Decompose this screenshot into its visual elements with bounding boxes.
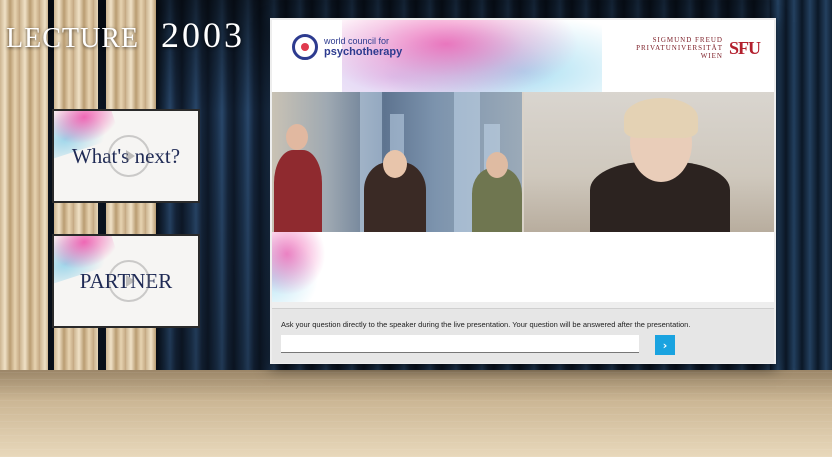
whats-next-card[interactable]: What's next? [52,109,200,203]
lecture-title: LECTURE 2003 [6,14,245,55]
right-curtain [770,0,832,378]
presentation-footer [272,232,774,302]
presentation-window: world council for psychotherapy SIGMUND … [270,18,776,364]
play-icon[interactable] [108,135,150,177]
partner-card[interactable]: PARTNER [52,234,200,328]
video-feed [272,92,774,232]
lecture-title-number: 2003 [161,15,245,55]
question-panel: Ask your question directly to the speake… [272,308,774,363]
sfu-logo: SIGMUND FREUD PRIVATUNIVERSITÄT WIEN SFU [636,36,761,60]
sfu-logo-line2: PRIVATUNIVERSITÄT [636,44,723,52]
wcp-logo-icon [292,34,318,60]
chevron-right-icon: › [662,338,668,352]
question-prompt: Ask your question directly to the speake… [281,320,691,329]
lecture-title-word: LECTURE [6,23,139,54]
question-input[interactable] [281,335,639,353]
sfu-logo-mark: SFU [728,37,761,58]
play-icon[interactable] [108,260,150,302]
wcp-logo-line2: psychotherapy [324,46,403,58]
send-question-button[interactable]: › [655,335,675,355]
presentation-banner: world council for psychotherapy SIGMUND … [272,20,774,92]
video-tile-studio [272,92,522,232]
sfu-logo-line3: WIEN [700,52,723,60]
sfu-logo-line1: SIGMUND FREUD [652,36,723,44]
stage-floor [0,370,832,457]
video-tile-speaker [524,92,774,232]
wcp-logo: world council for psychotherapy [292,34,402,60]
virtual-stage: LECTURE 2003 What's next? PARTNER world … [0,0,832,457]
sheer-curtain [0,0,48,392]
ink-splash [272,232,332,302]
